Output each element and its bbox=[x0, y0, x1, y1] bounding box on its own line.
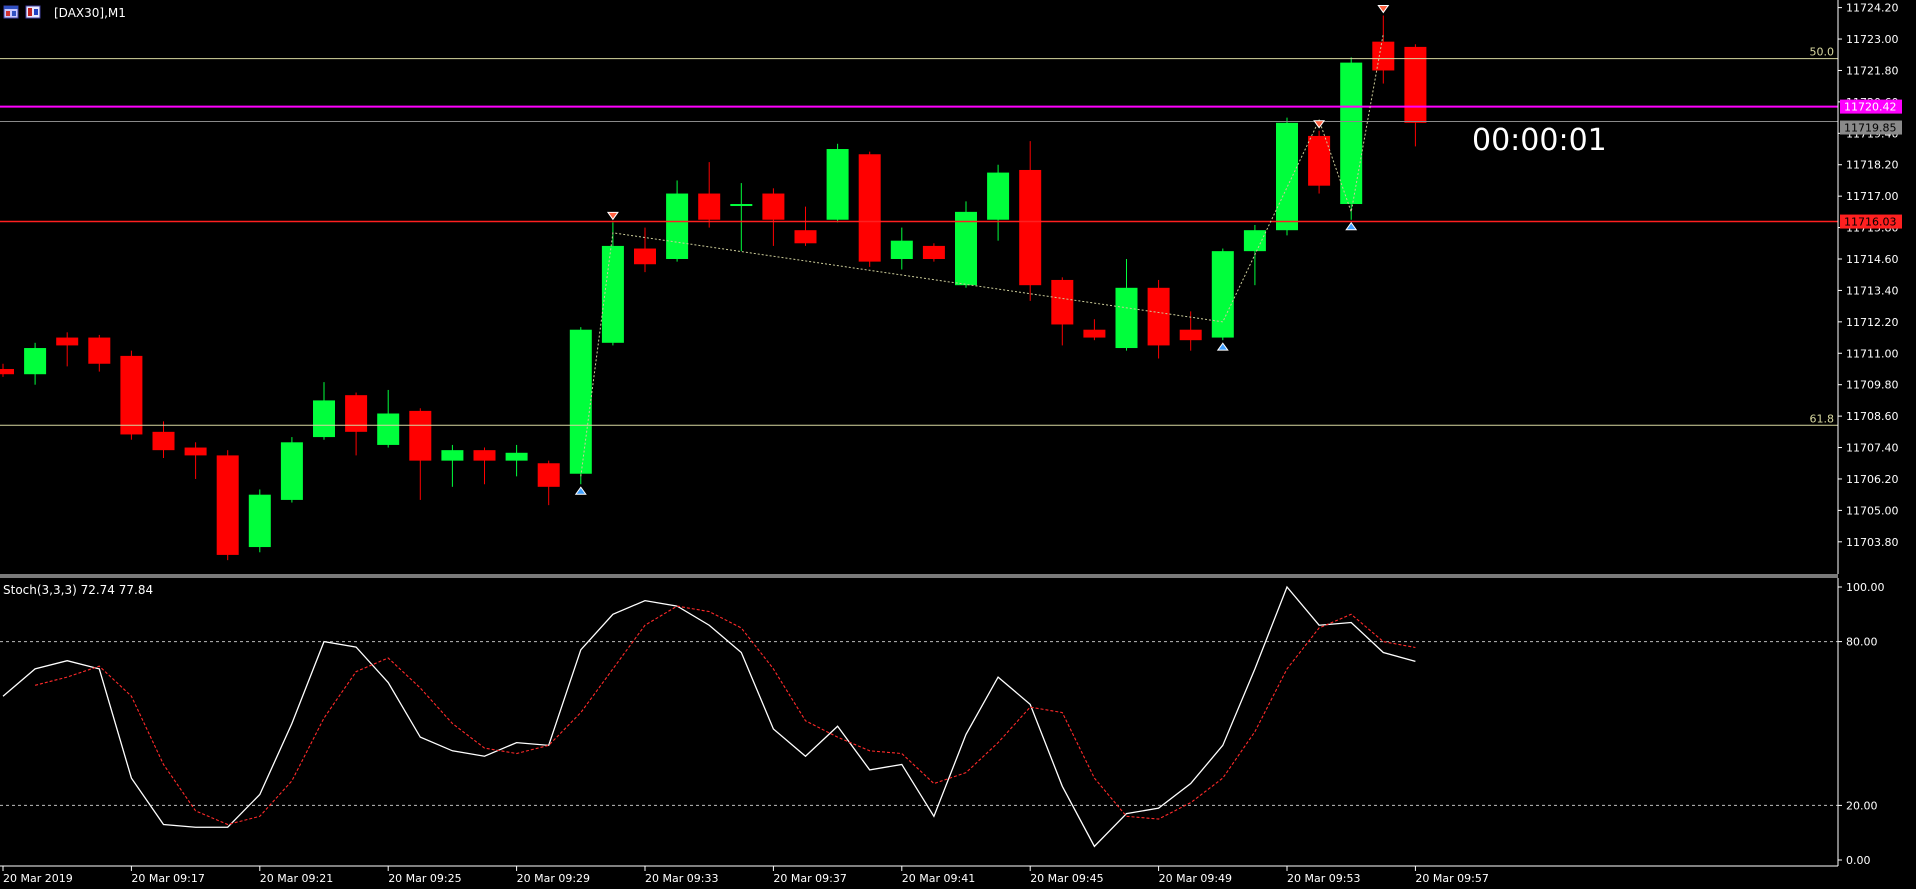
candle[interactable] bbox=[955, 201, 977, 288]
time-tick-label: 20 Mar 09:37 bbox=[773, 872, 846, 885]
candle-body bbox=[858, 154, 881, 262]
candle-body bbox=[313, 400, 335, 438]
candle-body bbox=[56, 337, 79, 346]
candle-body bbox=[441, 450, 464, 461]
candle-body bbox=[1019, 169, 1042, 286]
fib-level-label: 50.0 bbox=[1810, 46, 1835, 59]
candle-body bbox=[1243, 230, 1266, 252]
time-tick-label: 20 Mar 09:21 bbox=[260, 872, 333, 885]
time-tick-label: 20 Mar 09:45 bbox=[1030, 872, 1103, 885]
candle[interactable] bbox=[1308, 130, 1331, 194]
candle-body bbox=[409, 410, 432, 461]
time-tick-label: 20 Mar 09:17 bbox=[131, 872, 204, 885]
candle-body bbox=[634, 248, 656, 265]
candle-body bbox=[24, 348, 47, 375]
candle-body bbox=[666, 193, 689, 260]
candle-body bbox=[1276, 122, 1298, 231]
candle-body bbox=[248, 494, 271, 548]
price-tick-label: 11717.00 bbox=[1846, 190, 1899, 203]
level-price-tag-label: 11716.03 bbox=[1844, 216, 1897, 229]
price-tick-label: 11714.60 bbox=[1846, 253, 1899, 266]
fib-level-label: 61.8 bbox=[1810, 412, 1835, 425]
price-tick-label: 11712.20 bbox=[1846, 316, 1899, 329]
price-tick-label: 11708.60 bbox=[1846, 410, 1899, 423]
time-tick-label: 20 Mar 09:49 bbox=[1159, 872, 1232, 885]
time-tick-label: 20 Mar 09:33 bbox=[645, 872, 718, 885]
candle-body bbox=[1083, 329, 1106, 338]
price-tick-label: 11713.40 bbox=[1846, 284, 1899, 297]
candle-body bbox=[537, 463, 560, 487]
time-tick-label: 20 Mar 09:53 bbox=[1287, 872, 1360, 885]
candle[interactable] bbox=[1276, 117, 1298, 236]
stochastic-tick-label: 20.00 bbox=[1846, 799, 1878, 812]
candle-body bbox=[1372, 41, 1395, 71]
candle[interactable] bbox=[248, 489, 271, 553]
price-tick-label: 11703.80 bbox=[1846, 536, 1899, 549]
price-tick-label: 11718.20 bbox=[1846, 159, 1899, 172]
candle-body bbox=[794, 230, 817, 244]
ask-price-tag-label: 11719.85 bbox=[1844, 122, 1897, 135]
stochastic-tick-label: 0.00 bbox=[1846, 854, 1871, 867]
panel-separator[interactable] bbox=[0, 574, 1838, 578]
price-tick-label: 11706.20 bbox=[1846, 473, 1899, 486]
time-tick-label: 20 Mar 09:29 bbox=[517, 872, 590, 885]
candle-timer: 00:00:01 bbox=[1472, 123, 1607, 158]
trading-chart[interactable]: 50.061.8 11724.2011723.0011721.8011720.6… bbox=[0, 0, 1916, 889]
candle-body bbox=[922, 245, 945, 260]
candle[interactable] bbox=[216, 450, 239, 561]
candle-body bbox=[88, 337, 111, 364]
candle[interactable] bbox=[280, 437, 303, 503]
price-tick-label: 11723.00 bbox=[1846, 33, 1899, 46]
stochastic-tick-label: 80.00 bbox=[1846, 636, 1878, 649]
chart-window-icon[interactable] bbox=[3, 5, 19, 19]
price-tick-label: 11711.00 bbox=[1846, 347, 1899, 360]
candle-body bbox=[377, 413, 400, 445]
candle[interactable] bbox=[922, 243, 945, 262]
candle[interactable] bbox=[569, 327, 592, 485]
time-tick-label: 20 Mar 09:57 bbox=[1415, 872, 1488, 885]
candle-body bbox=[987, 172, 1010, 220]
candle-body bbox=[473, 450, 496, 461]
candle-body bbox=[280, 442, 303, 500]
time-tick-label: 20 Mar 09:25 bbox=[388, 872, 461, 885]
candle-body bbox=[345, 395, 368, 432]
candle[interactable] bbox=[1211, 248, 1234, 341]
price-tick-label: 11709.80 bbox=[1846, 379, 1899, 392]
candle-body bbox=[826, 149, 849, 220]
time-tick-label: 20 Mar 09:41 bbox=[902, 872, 975, 885]
stochastic-tick-label: 100.00 bbox=[1846, 581, 1885, 594]
candle-body bbox=[152, 431, 175, 451]
candle-body bbox=[1179, 329, 1202, 341]
price-tick-label: 11724.20 bbox=[1846, 2, 1899, 15]
candle-body bbox=[1051, 279, 1074, 325]
candle-body bbox=[1115, 287, 1138, 349]
candle[interactable] bbox=[858, 151, 881, 267]
candle-body bbox=[601, 245, 624, 343]
candle-body bbox=[1211, 251, 1234, 338]
candle-body bbox=[505, 452, 528, 461]
candle-body bbox=[762, 193, 785, 220]
candle-body bbox=[216, 455, 239, 555]
candle-body bbox=[569, 329, 592, 474]
candle-body bbox=[730, 204, 753, 207]
stochastic-title: Stoch(3,3,3) 72.74 77.84 bbox=[3, 583, 153, 597]
candle-body bbox=[890, 240, 913, 260]
price-tick-label: 11721.80 bbox=[1846, 64, 1899, 77]
candle-body bbox=[120, 355, 143, 435]
price-tick-label: 11707.40 bbox=[1846, 442, 1899, 455]
chart-title: [DAX30],M1 bbox=[54, 6, 126, 20]
candle-body bbox=[698, 193, 721, 220]
chart-type-icon[interactable] bbox=[25, 5, 41, 19]
price-tick-label: 11705.00 bbox=[1846, 504, 1899, 517]
candle-body bbox=[1147, 287, 1170, 346]
candle[interactable] bbox=[826, 143, 849, 223]
bid-price-tag-label: 11720.42 bbox=[1844, 101, 1897, 114]
candle-body bbox=[184, 447, 207, 456]
candle-body bbox=[955, 211, 977, 286]
candle[interactable] bbox=[120, 350, 143, 440]
time-tick-label: 20 Mar 2019 bbox=[3, 872, 73, 885]
candle[interactable] bbox=[1340, 57, 1363, 220]
candle-body bbox=[1340, 62, 1363, 205]
candle-body bbox=[0, 368, 14, 375]
